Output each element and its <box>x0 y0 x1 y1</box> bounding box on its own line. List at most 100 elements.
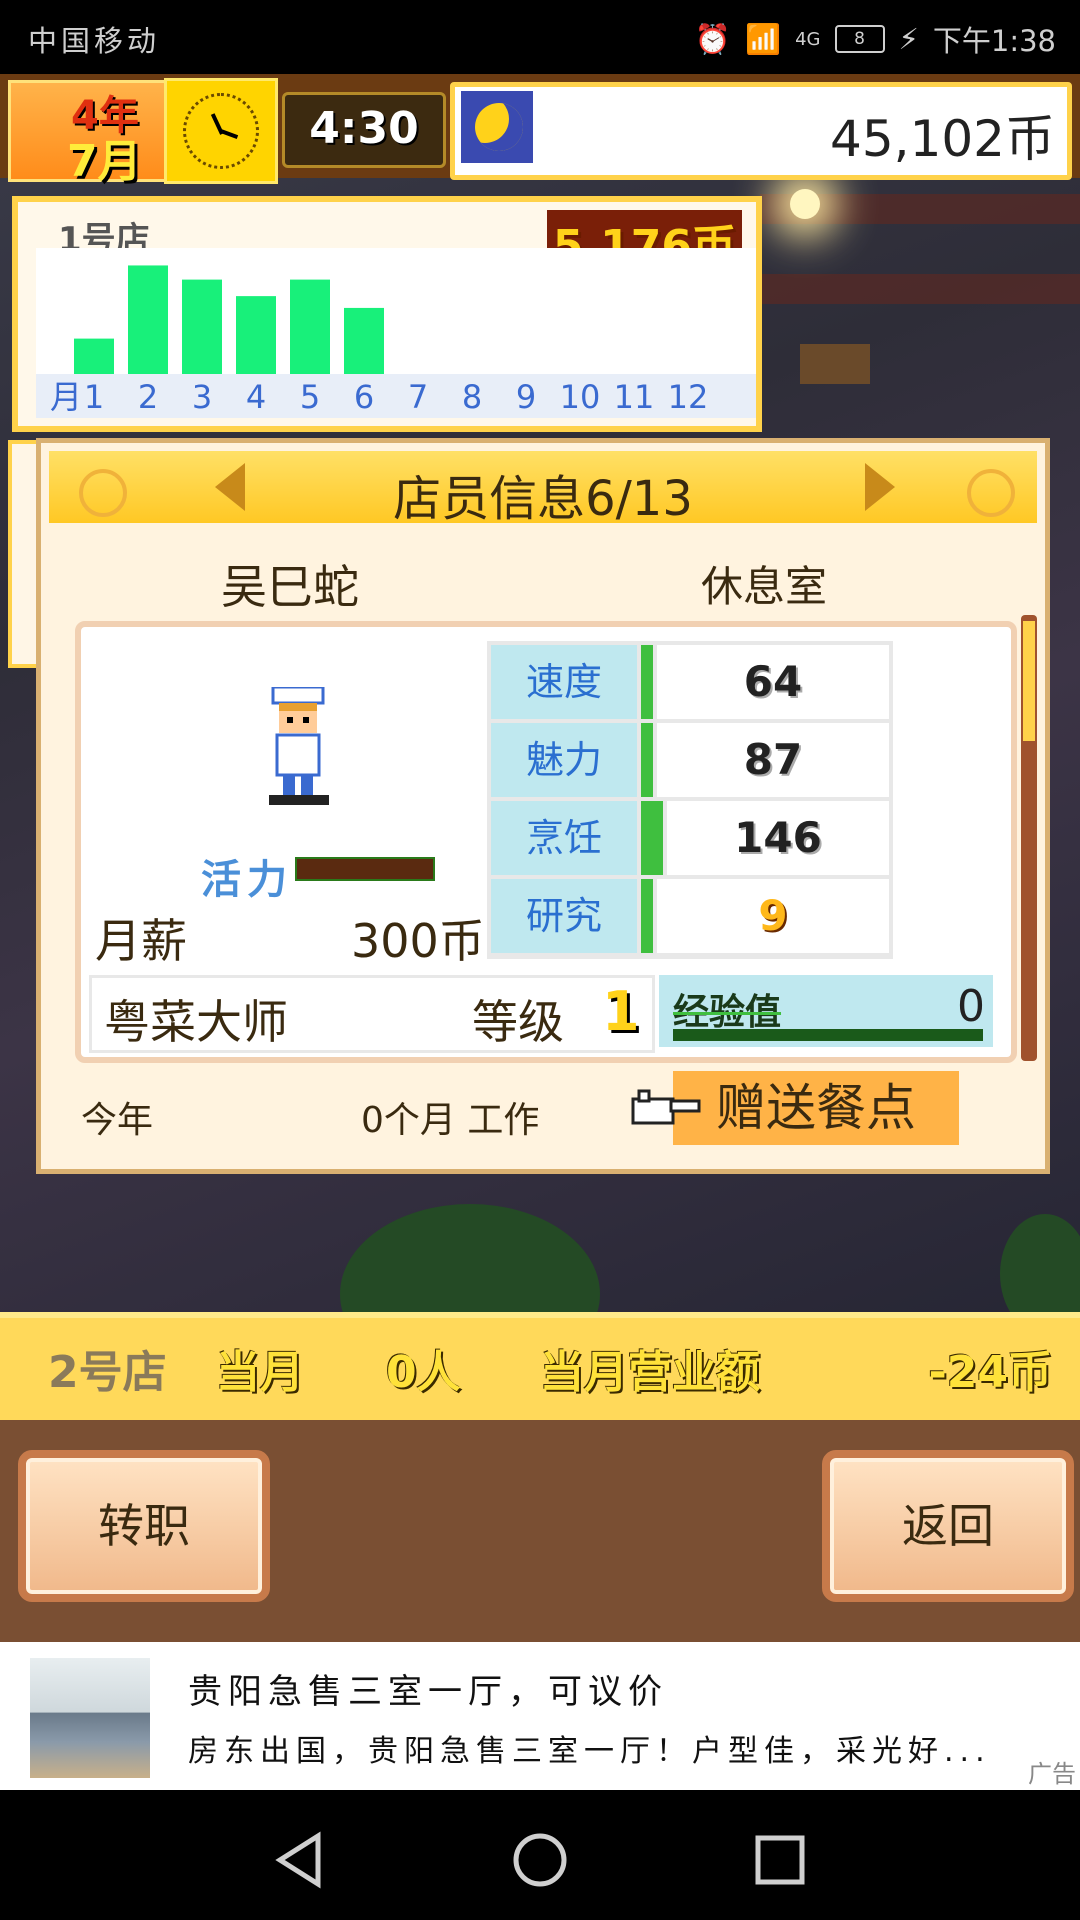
employee-card: 活力 月薪 300币 速度 64 魅力 87 烹饪 146 研究 9 粤菜大师 … <box>75 621 1017 1063</box>
money-amount: 45,102币 <box>830 110 1055 168</box>
chart-tick-label: 12 <box>668 378 709 416</box>
status-bar: 中国移动 ⏰ 📶 4G 8 ⚡ 下午1:38 <box>0 0 1080 74</box>
ad-tag: 广告 <box>1028 1760 1076 1788</box>
exp-label: 经验值 <box>673 992 782 1033</box>
chart-tick-label: 9 <box>516 378 536 416</box>
stat-value: 9 <box>657 879 889 953</box>
shop1-sales-panel[interactable]: 1号店 5,176币 月 1 2 3 4 5 6 7 8 9 10 11 12 <box>12 196 762 432</box>
stat-row-cooking: 烹饪 146 <box>491 801 889 875</box>
clock-hand <box>219 129 239 139</box>
stat-label: 烹饪 <box>491 801 637 875</box>
chart-tick-label: 3 <box>192 378 212 416</box>
stat-label: 速度 <box>491 645 637 719</box>
shop2-summary-bar[interactable]: 2号店 当月 0人 当月营业额 -24币 <box>0 1312 1080 1428</box>
chart-tick-label: 5 <box>300 378 320 416</box>
job-title-box: 粤菜大师 等级 1 <box>89 975 655 1053</box>
shop2-month-label: 当月 <box>216 1347 304 1398</box>
pointing-hand-icon <box>631 1089 701 1125</box>
gift-meal-button[interactable]: 赠送餐点 <box>673 1071 959 1145</box>
stat-indicator <box>641 879 653 953</box>
employee-name: 吴巳蛇 <box>221 560 359 614</box>
stat-label: 研究 <box>491 879 637 953</box>
chart-bar <box>182 279 222 374</box>
shop2-customers: 0人 <box>386 1347 461 1398</box>
charging-icon: ⚡ <box>898 22 919 56</box>
salary-label: 月薪 <box>95 914 187 968</box>
chart-tick-label: 7 <box>408 378 428 416</box>
this-year-label: 今年 <box>81 1100 154 1141</box>
back-nav-icon[interactable] <box>270 1830 330 1890</box>
shop2-name: 2号店 <box>48 1347 167 1398</box>
chart-tick-label: 10 <box>560 378 601 416</box>
scene-decoration <box>760 274 1080 304</box>
chart-tick-label: 2 <box>138 378 158 416</box>
vitality-label: 活力 <box>201 857 293 903</box>
clock-button[interactable] <box>164 78 278 184</box>
recents-nav-icon[interactable] <box>750 1830 810 1890</box>
clock-icon <box>183 93 259 169</box>
lamp-light <box>790 189 820 219</box>
monthly-sales-chart: 月 1 2 3 4 5 6 7 8 9 10 11 12 <box>36 248 756 418</box>
action-area: 转职 返回 <box>0 1420 1080 1642</box>
job-title: 粤菜大师 <box>104 995 288 1049</box>
experience-box: 经验值 0 <box>659 975 993 1047</box>
level-label: 等级 <box>472 995 564 1049</box>
status-icons: ⏰ 📶 4G 8 ⚡ 下午1:38 <box>695 18 1056 60</box>
home-nav-icon[interactable] <box>510 1830 570 1890</box>
employee-location: 休息室 <box>701 562 828 611</box>
stat-indicator <box>641 723 653 797</box>
game-time: 4:30 <box>282 92 446 168</box>
exp-value: 0 <box>957 981 985 1032</box>
chart-bar <box>344 307 384 374</box>
chef-sprite-icon <box>269 687 329 805</box>
ad-description[interactable]: 房东出国，贵阳急售三室一厅！户型佳，采光好... <box>188 1726 991 1770</box>
stat-label: 魅力 <box>491 723 637 797</box>
shop2-revenue-label: 当月营业额 <box>540 1347 760 1398</box>
stat-value: 64 <box>657 645 889 719</box>
date-display: 4年 7月 <box>8 80 168 187</box>
moon-icon <box>475 103 523 151</box>
chart-tick-label: 1 <box>84 378 104 416</box>
exp-bar <box>673 1029 983 1041</box>
bench-decoration <box>800 344 870 384</box>
transfer-job-button[interactable]: 转职 <box>18 1450 270 1602</box>
wifi-icon: 📶 <box>744 21 782 56</box>
stat-value: 146 <box>667 801 889 875</box>
level-value: 1 <box>602 980 640 1043</box>
battery-icon: 8 <box>834 25 885 53</box>
shop2-revenue-value: -24币 <box>928 1347 1053 1398</box>
stat-row-speed: 速度 64 <box>491 645 889 719</box>
stat-indicator <box>641 645 653 719</box>
ad-thumbnail[interactable] <box>30 1658 150 1778</box>
stats-grid: 速度 64 魅力 87 烹饪 146 研究 9 <box>487 641 893 959</box>
chart-bar <box>128 265 168 374</box>
alarm-icon: ⏰ <box>694 21 731 56</box>
month-label: 7月 <box>67 136 142 187</box>
chart-tick-label: 8 <box>462 378 482 416</box>
chart-tick-label: 11 <box>614 378 655 416</box>
ad-banner[interactable]: 贵阳急售三室一厅，可议价 房东出国，贵阳急售三室一厅！户型佳，采光好... 广告 <box>0 1642 1080 1790</box>
network-type: 4G <box>795 28 821 50</box>
chart-bar <box>74 338 114 374</box>
staff-info-dialog: 店员信息6/13 吴巳蛇 休息室 活力 月薪 300币 速度 64 魅力 87 … <box>36 438 1050 1174</box>
scrollbar-thumb[interactable] <box>1023 621 1035 741</box>
stat-indicator <box>641 801 663 875</box>
clock-time: 下午1:38 <box>932 24 1056 58</box>
chart-month-label: 月 <box>50 378 82 416</box>
money-display: 45,102币 <box>450 82 1072 180</box>
vitality-bar <box>295 857 435 881</box>
ad-title[interactable]: 贵阳急售三室一厅，可议价 <box>188 1664 668 1713</box>
stat-row-charm: 魅力 87 <box>491 723 889 797</box>
back-button[interactable]: 返回 <box>822 1450 1074 1602</box>
chart-tick-label: 6 <box>354 378 374 416</box>
night-indicator <box>461 91 533 163</box>
chart-tick-label: 4 <box>246 378 266 416</box>
chart-bar <box>290 279 330 374</box>
navigation-bar <box>0 1790 1080 1920</box>
stat-value: 87 <box>657 723 889 797</box>
stat-row-research: 研究 9 <box>491 879 889 953</box>
worked-months: 0个月 工作 <box>361 1100 540 1141</box>
next-staff-arrow-icon[interactable] <box>865 463 895 511</box>
dialog-header: 店员信息6/13 <box>49 451 1037 527</box>
chart-bar <box>236 296 276 374</box>
